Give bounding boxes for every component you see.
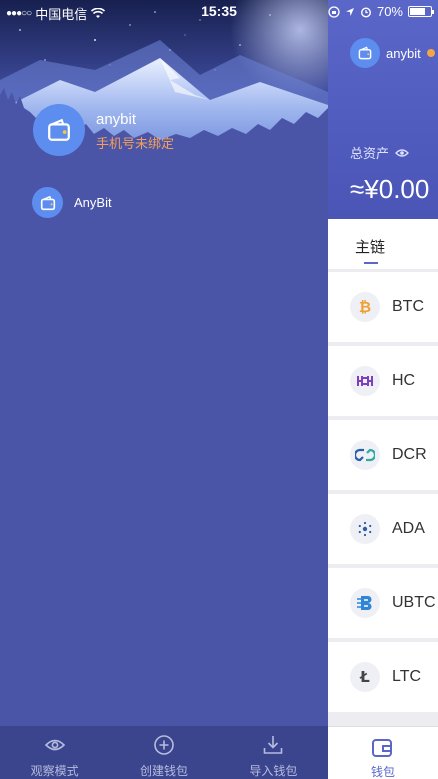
cardano-icon <box>350 514 380 544</box>
wallet-icon <box>48 118 70 141</box>
plus-circle-icon <box>154 735 174 755</box>
tab-indicator <box>364 262 378 264</box>
rotation-lock-icon <box>328 5 340 18</box>
svg-text:Ł: Ł <box>359 668 370 686</box>
location-icon <box>345 7 354 16</box>
wallet-icon <box>40 195 55 210</box>
wallet-tab-icon[interactable] <box>371 737 393 759</box>
alarm-icon <box>360 6 371 18</box>
profile-name: anybit <box>96 111 137 128</box>
wallet-header: anybit 总资产 ≈¥0.00 <box>328 0 438 219</box>
download-icon <box>264 736 283 754</box>
battery-icon <box>408 6 434 17</box>
tab-wallet[interactable]: 钱包 <box>328 763 438 779</box>
tab-main-chain[interactable]: 主链 <box>328 219 438 269</box>
total-assets-value: ≈¥0.00 <box>350 174 430 204</box>
eye-icon <box>44 739 65 751</box>
profile-avatar[interactable] <box>33 104 85 156</box>
drawer-bottom-bar: 观察模式 创建钱包 导入钱包 <box>0 726 328 779</box>
wallet-name: anybit <box>386 45 421 61</box>
bitcoin-icon: ₿ <box>350 292 380 322</box>
litecoin-icon: Ł <box>350 662 380 692</box>
current-wallet-chip[interactable]: anybit <box>350 38 435 68</box>
svg-text:₿: ₿ <box>359 298 371 316</box>
eye-icon[interactable] <box>395 148 409 158</box>
watch-mode-button[interactable]: 观察模式 <box>0 726 109 779</box>
bottom-tabbar: 钱包 <box>328 726 438 779</box>
coin-row-dcr[interactable]: DCR <box>328 420 438 490</box>
coin-row-ltc[interactable]: Ł LTC <box>328 642 438 712</box>
decred-icon <box>350 440 380 470</box>
wallet-list-item[interactable]: AnyBit <box>32 187 112 218</box>
warning-icon <box>426 49 435 57</box>
wallet-list-label: AnyBit <box>74 195 112 210</box>
coin-name: BTC <box>392 298 424 315</box>
coin-name: UBTC <box>392 594 436 611</box>
coin-row-btc[interactable]: ₿ BTC <box>328 272 438 342</box>
coin-name: ADA <box>392 520 425 537</box>
phone-unbound-link[interactable]: 手机号未绑定 <box>96 133 174 152</box>
side-drawer: anybit 手机号未绑定 AnyBit 观察模式 创建钱包 导入钱包 <box>0 0 328 779</box>
coin-row-hc[interactable]: HC <box>328 346 438 416</box>
hcash-icon <box>350 366 380 396</box>
status-bar: ●●●○○ 中国电信 15:35 70% <box>0 0 438 22</box>
coin-name: HC <box>392 372 416 389</box>
main-wallet-page[interactable]: anybit 总资产 ≈¥0.00 主链 ₿ BTC HC DCR ADA UB… <box>328 0 438 779</box>
coin-row-ubtc[interactable]: UBTC <box>328 568 438 638</box>
total-assets-label: 总资产 <box>350 143 409 162</box>
coin-row-ada[interactable]: ADA <box>328 494 438 564</box>
create-wallet-button[interactable]: 创建钱包 <box>109 726 218 779</box>
coin-name: LTC <box>392 668 422 685</box>
wallet-avatar <box>350 38 380 68</box>
wallet-avatar <box>32 187 63 218</box>
import-wallet-button[interactable]: 导入钱包 <box>219 726 328 779</box>
coin-name: DCR <box>392 446 427 463</box>
battery-percent: 70% <box>376 4 403 19</box>
wallet-icon <box>358 46 372 60</box>
ubtc-icon <box>350 588 380 618</box>
